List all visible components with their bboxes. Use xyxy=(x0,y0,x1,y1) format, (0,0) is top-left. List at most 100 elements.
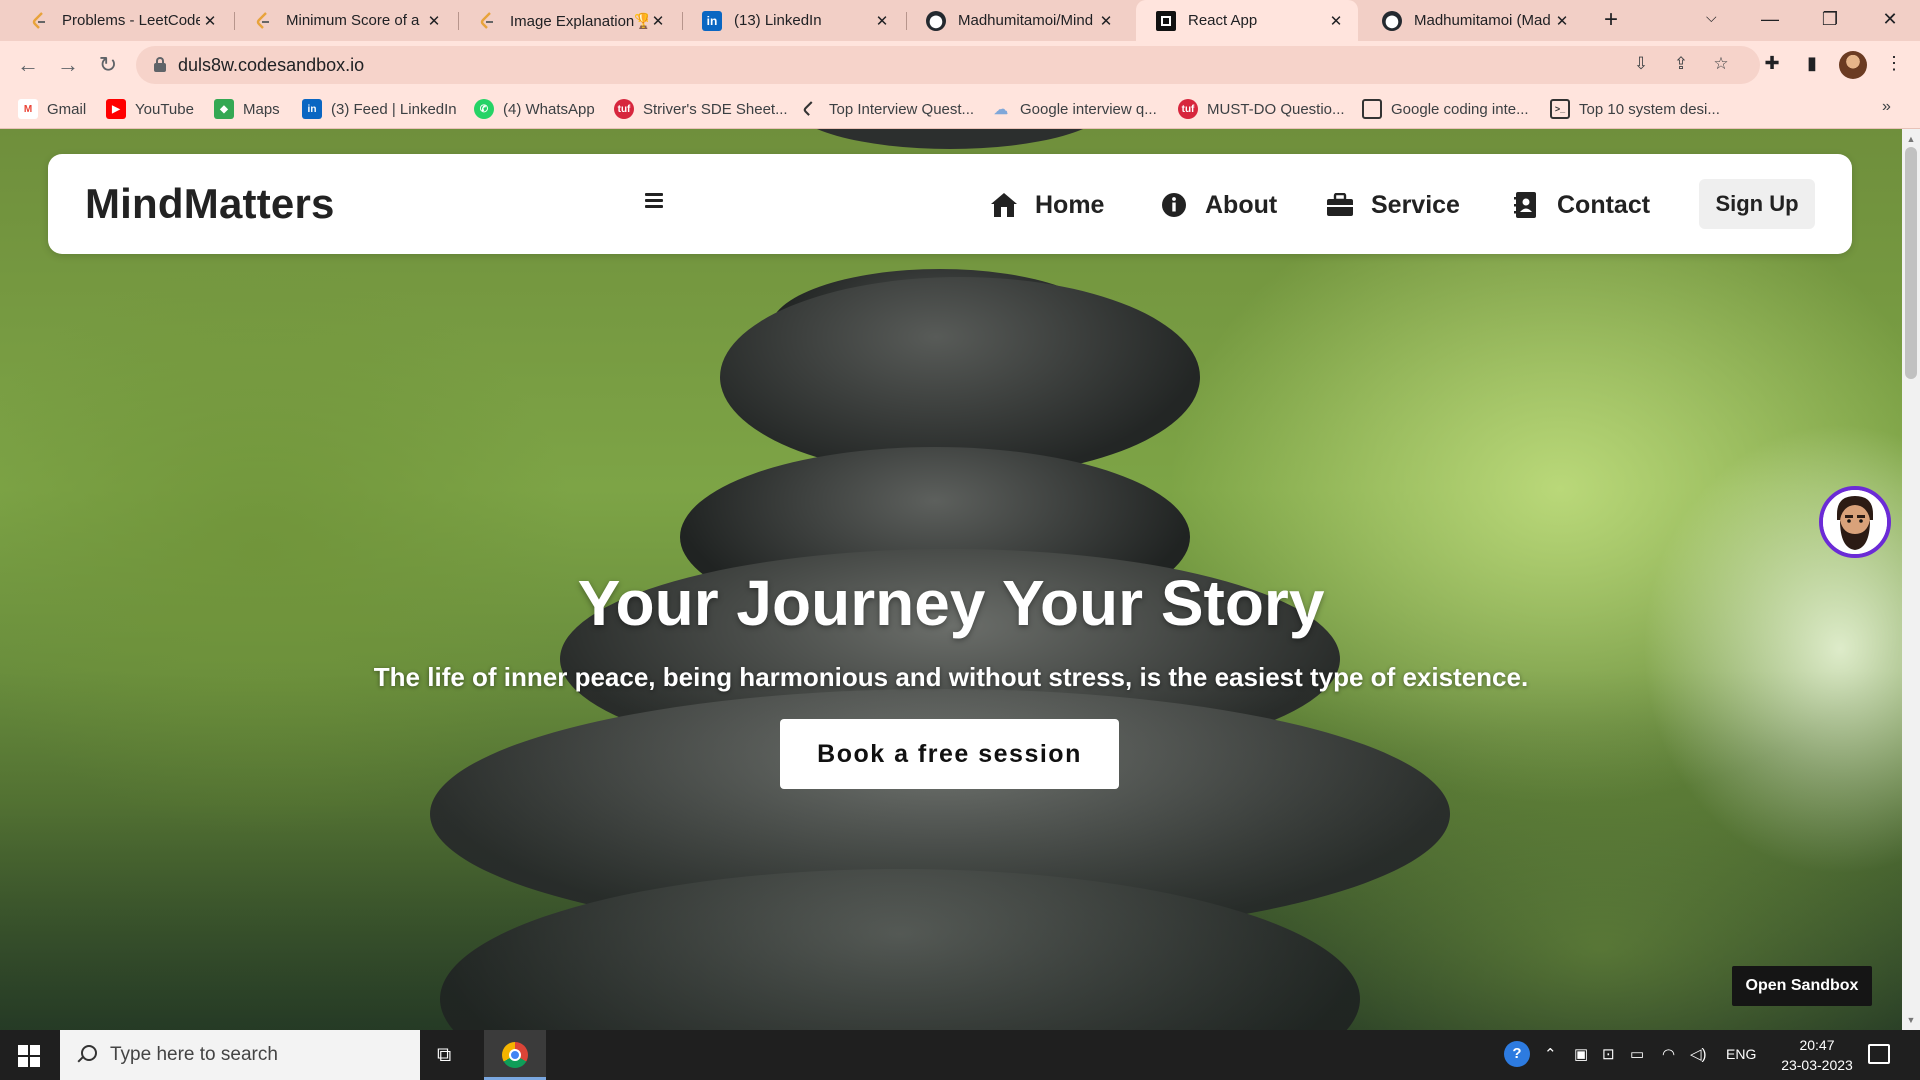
scroll-up-arrow-icon[interactable]: ▲ xyxy=(1902,131,1920,147)
bookmark-item[interactable]: tuf MUST-DO Questio... xyxy=(1178,97,1345,121)
reload-icon[interactable]: ↻ xyxy=(94,51,122,79)
profile-avatar[interactable] xyxy=(1839,51,1867,79)
bookmark-item[interactable]: Google coding inte... xyxy=(1362,97,1529,121)
close-tab-icon[interactable]: ✕ xyxy=(200,12,220,30)
clock-date: 23-03-2023 xyxy=(1781,1057,1853,1073)
contact-card-icon xyxy=(1512,191,1540,219)
close-tab-icon[interactable]: ✕ xyxy=(424,12,444,30)
nav-link-label: Contact xyxy=(1557,190,1651,219)
open-sandbox-button[interactable]: Open Sandbox xyxy=(1732,966,1872,1006)
minimize-icon[interactable]: — xyxy=(1740,0,1800,41)
close-tab-icon[interactable]: ✕ xyxy=(1552,12,1572,30)
close-tab-icon[interactable]: ✕ xyxy=(1096,12,1116,30)
browser-tab[interactable]: ⬤ Madhumitamoi (Mad ✕ xyxy=(1362,0,1584,41)
taskbar-search-placeholder: Type here to search xyxy=(110,1044,278,1065)
gmail-icon: M xyxy=(18,99,38,119)
display-icon[interactable]: ⊡ xyxy=(1602,1045,1615,1063)
new-tab-button[interactable]: + xyxy=(1598,8,1624,34)
github-icon: ⬤ xyxy=(1382,10,1402,31)
search-icon xyxy=(76,1045,97,1065)
browser-tab[interactable]: in (13) LinkedIn ✕ xyxy=(682,0,904,41)
bearded-avatar-icon xyxy=(1823,490,1887,554)
meet-icon[interactable]: ▣ xyxy=(1574,1045,1588,1063)
notifications-icon[interactable] xyxy=(1868,1044,1890,1064)
chat-avatar-button[interactable] xyxy=(1819,486,1891,558)
close-tab-icon[interactable]: ✕ xyxy=(1326,12,1346,30)
browser-tab[interactable]: Problems - LeetCode ✕ xyxy=(10,0,232,41)
bookmark-item[interactable]: tuf Striver's SDE Sheet... xyxy=(614,97,788,121)
install-app-icon[interactable]: ⇩ xyxy=(1630,54,1652,76)
bookmark-item[interactable]: ◆ Maps xyxy=(214,97,280,121)
battery-icon[interactable]: ▭ xyxy=(1630,1045,1644,1063)
browser-tab[interactable]: ⬤ Madhumitamoi/Mind ✕ xyxy=(906,0,1128,41)
leetcode-icon xyxy=(30,11,50,31)
sign-up-button[interactable]: Sign Up xyxy=(1699,179,1815,229)
cloud-icon: ☁ xyxy=(994,100,1008,117)
bookmark-label: Maps xyxy=(243,100,280,118)
site-navbar: MindMatters Home About Service Contact S… xyxy=(48,154,1852,254)
bookmark-item[interactable]: >_ Top 10 system desi... xyxy=(1550,97,1720,121)
wifi-icon[interactable]: ◠ xyxy=(1662,1045,1675,1063)
nav-link-service[interactable]: Service xyxy=(1326,188,1460,222)
scroll-down-arrow-icon[interactable]: ▼ xyxy=(1902,1012,1920,1028)
page-scrollbar[interactable]: ▲ ▼ xyxy=(1902,129,1920,1030)
maps-icon: ◆ xyxy=(214,99,234,119)
bookmark-item[interactable]: Top Interview Quest... xyxy=(800,97,974,121)
browser-tab[interactable]: Image Explanation🏆 ✕ xyxy=(458,0,680,41)
bookmark-item[interactable]: ✆ (4) WhatsApp xyxy=(474,97,595,121)
nav-link-contact[interactable]: Contact xyxy=(1512,188,1650,222)
close-window-icon[interactable]: ✕ xyxy=(1860,0,1920,41)
hamburger-menu-icon[interactable] xyxy=(645,193,663,209)
scrollbar-thumb[interactable] xyxy=(1905,147,1917,379)
show-hidden-icons-icon[interactable]: ⌃ xyxy=(1544,1045,1557,1063)
windows-taskbar: Type here to search ⧉ ? ⌃ ▣ ⊡ ▭ ◠ ◁) ENG… xyxy=(0,1030,1920,1080)
back-icon[interactable]: ← xyxy=(14,51,42,79)
language-indicator[interactable]: ENG xyxy=(1726,1046,1756,1062)
bookmark-item[interactable]: M Gmail xyxy=(18,97,86,121)
taskbar-chrome-button[interactable] xyxy=(484,1030,546,1080)
tab-search-icon[interactable]: ⌵ xyxy=(1706,9,1717,26)
nav-link-about[interactable]: About xyxy=(1160,188,1277,222)
browser-tab[interactable]: Minimum Score of a P ✕ xyxy=(234,0,456,41)
bookmark-label: Google interview q... xyxy=(1020,100,1157,118)
more-bookmarks-icon[interactable]: » xyxy=(1882,98,1891,116)
tab-title: Problems - LeetCode xyxy=(62,12,200,29)
lock-icon[interactable] xyxy=(154,57,166,72)
linkedin-icon: in xyxy=(302,99,322,119)
tab-title: React App xyxy=(1188,12,1258,29)
page-viewport: MindMatters Home About Service Contact S… xyxy=(0,129,1902,1030)
forward-icon[interactable]: → xyxy=(54,51,82,79)
taskbar-search-box[interactable]: Type here to search xyxy=(60,1030,420,1080)
restore-icon[interactable]: ❐ xyxy=(1800,0,1860,41)
system-clock[interactable]: 20:47 23-03-2023 xyxy=(1777,1035,1857,1075)
bookmark-item[interactable]: ☁ Google interview q... xyxy=(991,97,1157,121)
book-session-button[interactable]: Book a free session xyxy=(780,719,1119,789)
address-bar[interactable]: duls8w.codesandbox.io ⇩ ⇪ ☆ xyxy=(136,46,1760,84)
side-panel-icon[interactable]: ▮ xyxy=(1800,53,1824,77)
task-view-icon[interactable]: ⧉ xyxy=(437,1044,451,1067)
bookmark-label: (3) Feed | LinkedIn xyxy=(331,100,457,118)
browser-tab-active[interactable]: React App ✕ xyxy=(1136,0,1358,41)
nav-link-label: Home xyxy=(1035,190,1105,219)
close-tab-icon[interactable]: ✕ xyxy=(872,12,892,30)
brand-logo[interactable]: MindMatters xyxy=(85,180,335,228)
volume-icon[interactable]: ◁) xyxy=(1690,1045,1707,1063)
nav-link-label: Service xyxy=(1371,190,1460,219)
share-icon[interactable]: ⇪ xyxy=(1670,54,1692,76)
bookmark-star-icon[interactable]: ☆ xyxy=(1710,54,1732,76)
help-icon[interactable]: ? xyxy=(1504,1041,1530,1067)
nav-link-label: About xyxy=(1205,190,1278,219)
bookmark-label: Top Interview Quest... xyxy=(829,100,975,118)
leetcode-icon xyxy=(800,99,820,119)
extensions-icon[interactable]: ✚ xyxy=(1760,53,1784,77)
browser-tab-strip: Problems - LeetCode ✕ Minimum Score of a… xyxy=(0,0,1920,41)
tab-title: (13) LinkedIn xyxy=(734,12,822,29)
bookmark-item[interactable]: in (3) Feed | LinkedIn xyxy=(302,97,457,121)
menu-icon[interactable]: ⋮ xyxy=(1882,53,1906,77)
nav-link-home[interactable]: Home xyxy=(990,188,1104,222)
bookmark-item[interactable]: ▶ YouTube xyxy=(106,97,194,121)
url-text[interactable]: duls8w.codesandbox.io xyxy=(178,55,364,76)
close-tab-icon[interactable]: ✕ xyxy=(648,12,668,30)
info-icon xyxy=(1160,191,1188,219)
windows-start-icon[interactable] xyxy=(18,1045,40,1067)
